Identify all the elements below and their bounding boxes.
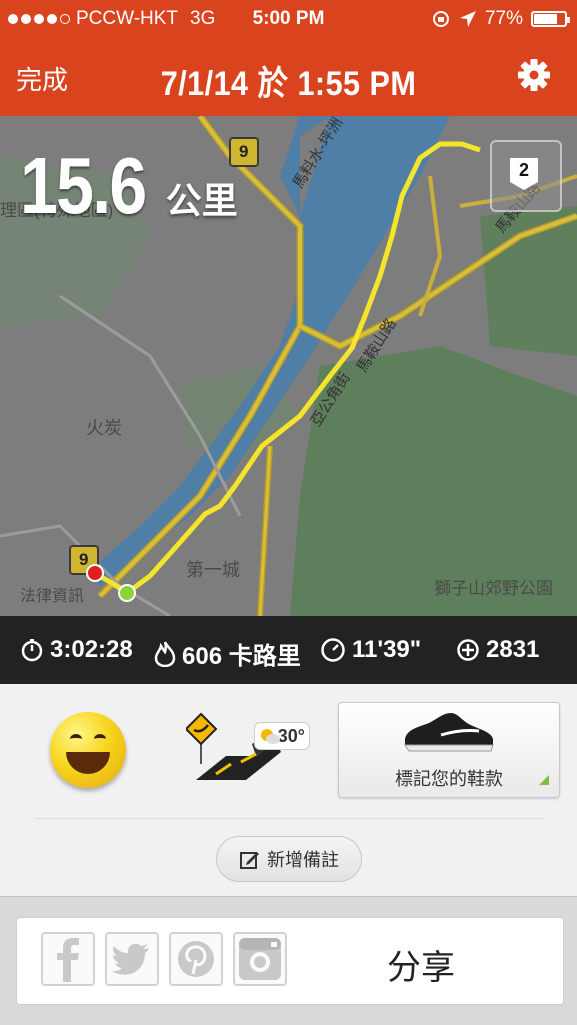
- add-note-button[interactable]: 新增備註: [216, 836, 362, 882]
- add-note-label: 新增備註: [267, 850, 339, 870]
- map-label-first-city: 第一城: [186, 560, 240, 580]
- map-label-law: 法律資訊: [20, 588, 85, 605]
- pace-value: 11'39": [352, 636, 422, 663]
- gear-icon[interactable]: [517, 58, 551, 92]
- battery-icon: [531, 11, 570, 27]
- flame-icon: [154, 640, 176, 667]
- divider: [34, 818, 544, 819]
- calories-value: 606 卡路里: [182, 643, 301, 670]
- distance-value: 15.6: [20, 141, 147, 230]
- pinterest-icon[interactable]: [169, 932, 223, 986]
- duration-value: 3:02:28: [50, 636, 133, 663]
- sun-cloud-icon: [261, 729, 280, 744]
- stat-calories: 606 卡路里: [154, 636, 301, 671]
- stopwatch-icon: [21, 639, 43, 662]
- smiley-icon[interactable]: [50, 712, 126, 788]
- stat-pace: 11'39": [320, 636, 421, 664]
- distance-display: 15.6 公里: [20, 140, 238, 232]
- road-number-bottom: 9: [79, 550, 89, 569]
- share-button[interactable]: 分享: [387, 940, 455, 989]
- edit-icon: [240, 852, 259, 869]
- road-number-top: 9: [239, 142, 249, 161]
- lap-number: 2: [518, 160, 529, 180]
- map-label-lion-rock: 獅子山郊野公園: [434, 579, 553, 598]
- twitter-icon[interactable]: [105, 932, 159, 986]
- temperature-value: 30°: [277, 726, 305, 746]
- tag-shoes-button[interactable]: 標記您的鞋款: [338, 702, 560, 798]
- route-map[interactable]: 9 9 理區(特殊地區) 火炭 第一城 獅子山郊野公園 法律資訊 馬料水-坪洲 …: [0, 116, 577, 616]
- status-bar: PCCW-HKT 3G 5:00 PM 77%: [0, 0, 577, 40]
- fuel-icon: [457, 639, 479, 661]
- share-area: 分享: [0, 896, 577, 1025]
- distance-unit: 公里: [165, 180, 238, 221]
- speedometer-icon: [321, 638, 345, 662]
- run-details: 30° 標記您的鞋款 新增備註: [0, 684, 577, 896]
- share-card: 分享: [16, 917, 564, 1005]
- temperature-badge: 30°: [254, 722, 310, 750]
- facebook-icon[interactable]: [41, 932, 95, 986]
- stat-duration: 3:02:28: [20, 636, 133, 664]
- rotation-lock-icon: [432, 11, 449, 27]
- run-title: 7/1/14 於 1:55 PM: [160, 65, 417, 103]
- battery-percent: 77%: [484, 8, 523, 29]
- stat-fuel: 2831: [456, 636, 539, 664]
- corner-indicator-icon: [539, 775, 549, 785]
- status-right: 77%: [431, 8, 570, 30]
- tag-shoes-label: 標記您的鞋款: [395, 769, 503, 789]
- shoe-icon: [404, 713, 494, 752]
- nav-bar: 完成 7/1/14 於 1:55 PM: [0, 40, 577, 116]
- lap-marker-button[interactable]: 2: [490, 140, 562, 212]
- location-arrow-icon: [459, 11, 476, 27]
- fuel-value: 2831: [486, 636, 540, 663]
- instagram-icon[interactable]: [233, 932, 287, 986]
- map-label-fo-tan: 火炭: [86, 418, 122, 438]
- stats-bar: 3:02:28 606 卡路里 11'39" 2831: [0, 616, 577, 684]
